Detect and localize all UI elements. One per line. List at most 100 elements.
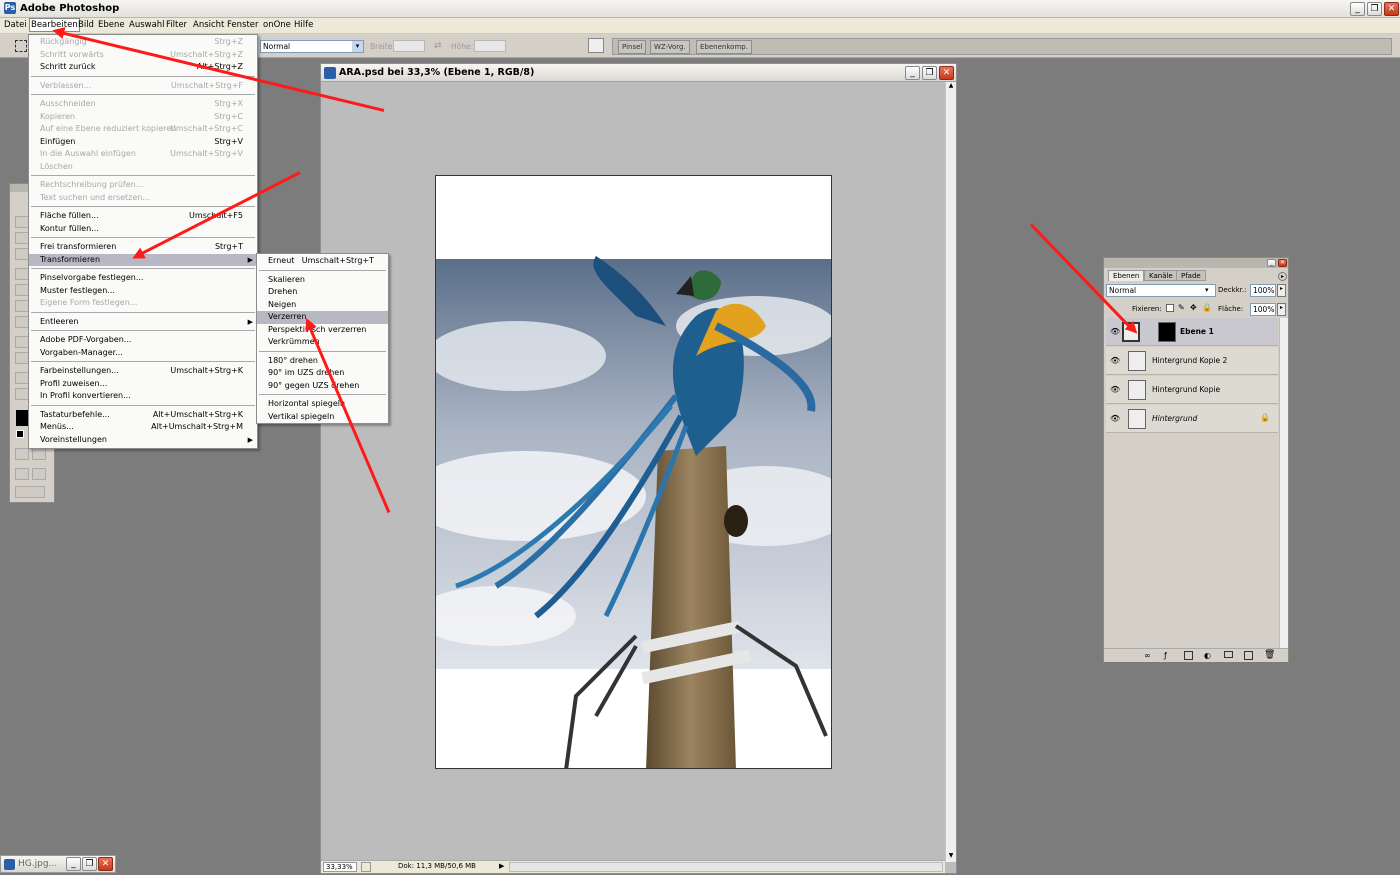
vertical-scrollbar[interactable]: ▲ ▼ [945,82,956,862]
fill-arrow-icon[interactable]: ▸ [1277,303,1286,316]
status-menu-arrow-icon[interactable]: ▶ [499,862,507,872]
restore-button[interactable]: ❐ [1367,2,1382,16]
marquee-icon[interactable] [15,216,29,228]
new-group-icon[interactable] [1224,651,1233,658]
path-selection-icon[interactable] [15,336,29,348]
menu-item[interactable]: Drehen [257,286,388,299]
layer-row-hintergrund-kopie[interactable]: 👁 Hintergrund Kopie [1106,376,1278,404]
lasso-icon[interactable] [15,232,29,244]
layer-row-hintergrund-kopie-2[interactable]: 👁 Hintergrund Kopie 2 [1106,347,1278,375]
menu-bild[interactable]: Bild [78,20,94,30]
minimize-button[interactable]: _ [1350,2,1365,16]
menu-item[interactable]: 90° gegen UZS drehen [257,380,388,393]
jump-to-imageready-icon[interactable] [15,486,45,498]
swap-icon[interactable]: ⇄ [434,41,442,51]
marquee-tool-icon[interactable] [15,40,27,52]
menu-auswahl[interactable]: Auswahl [129,20,165,30]
menu-item[interactable]: Voreinstellungen ▶ [29,434,257,447]
menu-item[interactable]: Verkrümmen [257,336,388,349]
eye-icon[interactable]: 👁 [1110,327,1120,336]
hand-icon[interactable] [15,388,29,400]
scroll-up-icon[interactable]: ▲ [946,82,956,92]
min-doc-close-button[interactable]: ✕ [98,857,113,871]
menu-item[interactable]: Skalieren [257,274,388,287]
menu-item[interactable]: Erneut Umschalt+Strg+T [257,255,388,268]
menu-item[interactable]: Vorgaben-Manager... [29,347,257,360]
scroll-down-icon[interactable]: ▼ [946,852,956,862]
link-layers-icon[interactable]: ∞ [1144,651,1151,660]
screen-mode-icon[interactable] [15,468,29,480]
menu-item[interactable]: In Profil konvertieren... [29,390,257,403]
crop-icon[interactable] [15,248,29,260]
mask-thumbnail[interactable] [1158,322,1176,342]
menu-ebene[interactable]: Ebene [98,20,125,30]
new-layer-icon[interactable] [1244,651,1253,660]
doc-restore-button[interactable]: ❐ [922,66,937,80]
blur-icon[interactable] [15,316,29,328]
tab-ebenen[interactable]: Ebenen [1108,270,1145,281]
stamp-icon[interactable] [15,284,29,296]
quick-mask-icon[interactable] [32,448,46,460]
doc-close-button[interactable]: ✕ [939,66,954,80]
width-field[interactable] [393,40,425,52]
menu-item[interactable]: Perspektivisch verzerren [257,324,388,337]
lock-pixels-icon[interactable]: ✎ [1178,303,1185,312]
menu-item[interactable]: Vertikal spiegeln [257,411,388,424]
zoom-field[interactable]: 33,33% [323,862,357,872]
menu-hilfe[interactable]: Hilfe [294,20,313,30]
menu-item[interactable]: Tastaturbefehle... Alt+Umschalt+Strg+K [29,409,257,422]
tab-kanaele[interactable]: Kanäle [1144,270,1178,281]
style-select[interactable]: Normal ▾ [260,40,364,53]
adjustment-layer-icon[interactable]: ◐ [1204,651,1211,660]
blend-mode-select[interactable]: Normal ▾ [1106,284,1216,297]
eye-icon[interactable]: 👁 [1110,414,1120,423]
menu-ansicht[interactable]: Ansicht [193,20,224,30]
layers-scrollbar[interactable] [1279,318,1288,648]
preview-icon[interactable] [361,862,371,872]
eye-icon[interactable]: 👁 [1110,385,1120,394]
doc-minimize-button[interactable]: _ [905,66,920,80]
menu-item[interactable]: Kontur füllen... [29,223,257,236]
eye-icon[interactable]: 👁 [1110,356,1120,365]
opacity-field[interactable]: 100% [1250,284,1276,297]
menu-item[interactable]: Profil zuweisen... [29,378,257,391]
menu-item[interactable]: Menüs... Alt+Umschalt+Strg+M [29,421,257,434]
menu-item[interactable]: Pinselvorgabe festlegen... [29,272,257,285]
eraser-icon[interactable] [15,300,29,312]
pen-icon[interactable] [15,352,29,364]
menu-item[interactable]: Horizontal spiegeln [257,398,388,411]
horizontal-scrollbar[interactable] [509,862,943,872]
menu-onone[interactable]: onOne [263,20,291,30]
lock-transparency-icon[interactable] [1166,304,1174,312]
menu-fenster[interactable]: Fenster [227,20,259,30]
menu-item[interactable]: Adobe PDF-Vorgaben... [29,334,257,347]
lock-all-icon[interactable]: 🔒 [1202,303,1212,312]
lock-position-icon[interactable]: ✥ [1190,303,1197,312]
height-field[interactable] [474,40,506,52]
menu-item[interactable]: Farbeinstellungen... Umschalt+Strg+K [29,365,257,378]
menu-datei[interactable]: Datei [4,20,27,30]
standard-mode-icon[interactable] [15,448,29,460]
menu-filter[interactable]: Filter [166,20,187,30]
well-tab-ebenenkomp[interactable]: Ebenenkomp. [696,40,752,54]
close-button[interactable]: ✕ [1384,2,1399,16]
foreground-color-swatch[interactable] [16,410,28,426]
menu-item[interactable]: 90° im UZS drehen [257,367,388,380]
menu-item[interactable]: Verzerren [257,311,388,324]
menu-item[interactable]: Einfügen Strg+V [29,136,257,149]
panel-minimize-button[interactable]: _ [1267,259,1276,267]
palette-toggle-icon[interactable] [588,38,604,53]
min-doc-restore-button[interactable]: ❐ [82,857,97,871]
default-colors-icon[interactable] [16,430,24,438]
fill-field[interactable]: 100% [1250,303,1276,316]
menu-item[interactable]: Entleeren ▶ [29,316,257,329]
fullscreen-mode-icon[interactable] [32,468,46,480]
panel-close-button[interactable]: ✕ [1278,259,1287,267]
layer-style-icon[interactable]: ƒ [1164,651,1167,660]
notes-icon[interactable] [15,372,29,384]
trash-icon[interactable]: 🗑 [1264,650,1275,660]
layer-row-hintergrund[interactable]: 👁 Hintergrund 🔒 [1106,405,1278,433]
add-mask-icon[interactable] [1184,651,1193,660]
minimized-document[interactable]: HG.jpg... _ ❐ ✕ [0,855,116,873]
well-tab-pinsel[interactable]: Pinsel [618,40,647,54]
